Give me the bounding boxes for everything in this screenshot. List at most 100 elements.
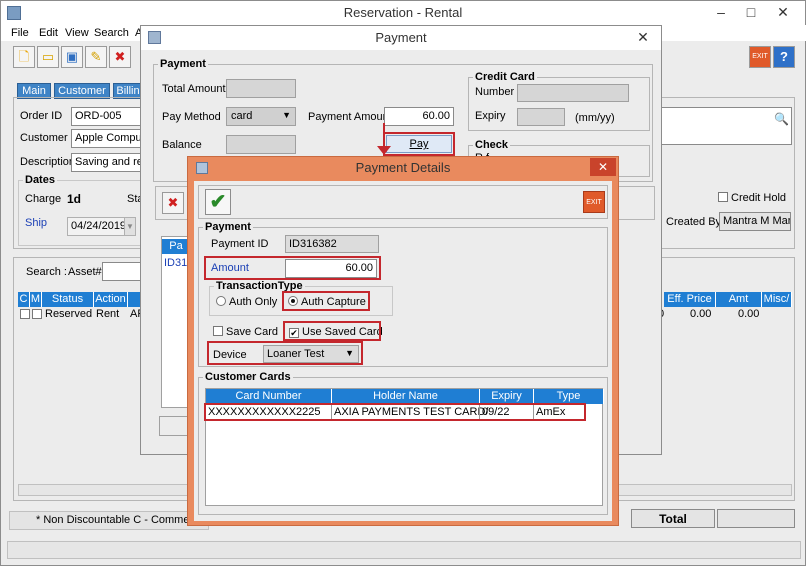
pay-method-select[interactable]: card ▼	[226, 107, 296, 126]
payment-delete-icon[interactable]: ✖	[162, 192, 184, 214]
expiry-field	[517, 108, 565, 126]
arrow-connector	[383, 123, 385, 148]
col-action: Action	[94, 292, 128, 307]
ship-date-field[interactable]: 04/24/2019	[67, 217, 125, 236]
details-title-bar: Payment Details ✕	[188, 157, 618, 179]
payment-amount-label: Payment Amount	[308, 111, 392, 123]
details-title: Payment Details	[355, 160, 451, 175]
row-c-checkbox[interactable]	[20, 309, 30, 319]
payment-id-value: ID316382	[289, 238, 337, 250]
order-id-label: Order ID	[20, 110, 63, 122]
menu-view[interactable]: View	[65, 27, 89, 39]
payment-list-row[interactable]: ID31	[164, 257, 187, 269]
created-by-field[interactable]: Mantra M Mantra	[719, 212, 791, 231]
customer-cards-title: Customer Cards	[203, 371, 293, 383]
col-c: C	[18, 292, 30, 307]
dates-group-title: Dates	[23, 174, 57, 186]
total-label: Total	[631, 509, 715, 528]
menu-search[interactable]: Search	[94, 27, 129, 39]
reservation-title: Reservation - Rental	[343, 5, 463, 20]
check-group-title: Check	[473, 139, 511, 151]
auth-only-radio[interactable]: Auth Only	[216, 296, 277, 308]
details-payment-group-title: Payment	[203, 221, 253, 233]
new-icon[interactable]: 🗋	[13, 46, 35, 68]
auth-capture-highlight	[282, 291, 370, 311]
credit-hold-checkbox[interactable]: Credit Hold	[718, 192, 786, 204]
payment-details-window: Payment Details ✕ ✔ EXIT Payment Payment…	[187, 156, 619, 526]
card-number-field	[517, 84, 629, 102]
maximize-button[interactable]: □	[737, 1, 765, 23]
col-card-number: Card Number	[206, 389, 332, 404]
payment-title: Payment	[375, 30, 427, 45]
charge-value: 1d	[67, 192, 82, 206]
table-row[interactable]: Reserved Rent AP	[18, 307, 148, 321]
save-icon[interactable]: ▣	[61, 46, 83, 68]
ship-link[interactable]: Ship	[25, 217, 47, 229]
order-id-field[interactable]: ORD-005	[71, 107, 145, 126]
arrow-head-icon	[377, 146, 391, 155]
help-icon[interactable]: ?	[773, 46, 795, 68]
row-status: Reserved	[45, 308, 93, 320]
menu-edit[interactable]: Edit	[39, 27, 58, 39]
charge-label: Charge	[25, 193, 62, 205]
total-value	[717, 509, 795, 528]
exit-icon[interactable]: EXIT	[749, 46, 771, 68]
search-label: Search :	[26, 266, 67, 278]
row-eff-price: 0.00	[690, 308, 712, 320]
customer-field[interactable]: Apple Computer	[71, 129, 145, 148]
expiry-hint: (mm/yy)	[575, 112, 615, 124]
customer-cards-table: Card Number Holder Name Expiry Type XXXX…	[204, 388, 604, 506]
col-amt: Amt	[716, 292, 762, 307]
col-misc: Misc/	[762, 292, 792, 307]
magnifier-icon[interactable]: 🔍	[774, 112, 789, 126]
card-row-highlight	[204, 403, 586, 421]
close-button[interactable]: ✕	[769, 1, 797, 23]
total-amount-field	[226, 79, 296, 98]
dates-group: Dates Charge 1d Star Ship 04/24/2019 ▼	[18, 174, 158, 246]
accept-checkmark-icon[interactable]: ✔	[205, 189, 231, 215]
details-body: ✔ EXIT Payment Payment ID ID316382 Amoun…	[194, 181, 612, 521]
details-close-button[interactable]: ✕	[590, 158, 616, 176]
col-eff-price: Eff. Price	[664, 292, 716, 307]
status-bar	[7, 541, 801, 559]
expiry-label: Expiry	[475, 110, 506, 122]
credit-card-group-title: Credit Card	[473, 71, 537, 83]
col-expiry: Expiry	[480, 389, 534, 404]
payment-id-field: ID316382	[285, 235, 379, 253]
minimize-button[interactable]: –	[707, 1, 735, 23]
details-exit-icon[interactable]: EXIT	[583, 191, 605, 213]
row-action: Rent	[96, 308, 120, 320]
col-type: Type	[534, 389, 604, 404]
reservation-title-bar: Reservation - Rental – □ ✕	[1, 1, 805, 25]
ship-date-dropdown-icon[interactable]: ▼	[124, 217, 136, 236]
edit-icon[interactable]: ✎	[85, 46, 107, 68]
card-number-label: Number	[475, 86, 515, 98]
col-m: M	[30, 292, 42, 307]
credit-card-group: Credit Card Number Expiry (mm/yy)	[468, 71, 650, 131]
description-field[interactable]: Saving and reus	[71, 153, 145, 172]
payment-group-title: Payment	[158, 58, 208, 70]
pay-method-value: card	[231, 110, 253, 122]
pay-method-label: Pay Method	[162, 111, 221, 123]
payment-amount-field[interactable]: 60.00	[384, 107, 454, 126]
auth-only-label: Auth Only	[229, 296, 278, 308]
row-m-checkbox[interactable]	[32, 309, 42, 319]
details-payment-group: Payment Payment ID ID316382 Amount 60.00…	[198, 221, 608, 367]
details-toolbar: ✔ EXIT	[198, 185, 608, 219]
created-by-label: Created By	[666, 216, 722, 228]
payment-title-bar: Payment ✕	[141, 26, 661, 50]
menu-file[interactable]: File	[11, 27, 29, 39]
delete-icon[interactable]: ✖	[109, 46, 131, 68]
save-card-label: Save Card	[226, 326, 278, 338]
col-status: Status	[42, 292, 94, 307]
open-icon[interactable]: ▭	[37, 46, 59, 68]
customer-cards-group: Customer Cards Card Number Holder Name E…	[198, 371, 608, 515]
total-amount-label: Total Amount	[162, 83, 226, 95]
credit-hold-label: Credit Hold	[731, 192, 787, 204]
pay-button-highlight	[383, 132, 455, 156]
balance-field	[226, 135, 296, 154]
customer-search-field[interactable]	[654, 107, 792, 145]
col-holder-name: Holder Name	[332, 389, 480, 404]
save-card-checkbox[interactable]: Save Card	[213, 326, 278, 338]
payment-close-button[interactable]: ✕	[629, 26, 657, 48]
